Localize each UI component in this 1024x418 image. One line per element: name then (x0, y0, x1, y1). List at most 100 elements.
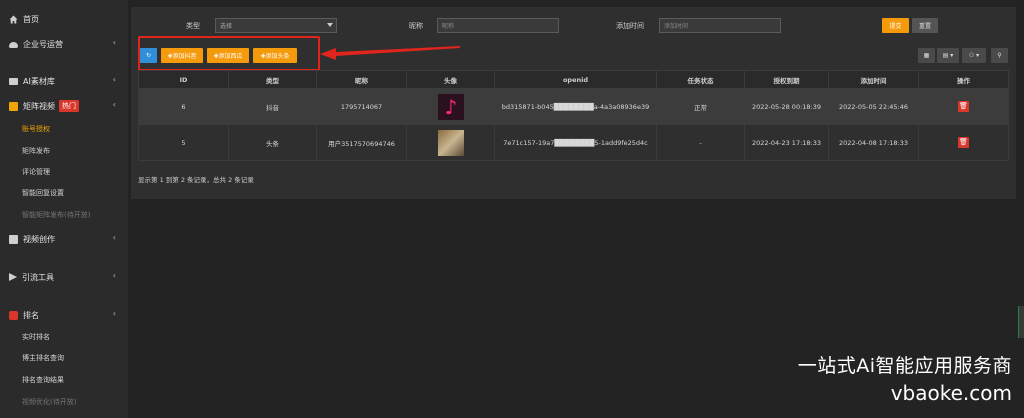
sidebar-item-label: 引流工具 (22, 272, 54, 282)
cell-actions: 🗑 (918, 88, 1009, 125)
table-row[interactable]: 5 头条 用户3517570694746 7e71c157-19a7██████… (138, 124, 1009, 161)
send-icon (9, 273, 17, 281)
sidebar-item-enterprise[interactable]: 企业号运营 ‹ (0, 35, 128, 53)
nickname-input[interactable]: 昵称 (437, 18, 559, 33)
dog-avatar-icon (437, 129, 464, 156)
video-icon (9, 101, 18, 111)
columns-button[interactable]: ▤ ▾ (937, 48, 959, 63)
column-header-type[interactable]: 类型 (228, 70, 317, 89)
column-header-id[interactable]: ID (138, 70, 229, 89)
app-root: 首页 企业号运营 ‹ AI素材库 ‹ 矩阵视频 热门 ‹ 账号授权 矩阵发布 评… (0, 0, 1024, 418)
chevron-left-icon: ‹ (112, 309, 116, 318)
column-header-status[interactable]: 任务状态 (656, 70, 745, 89)
cell-type: 抖音 (228, 88, 317, 125)
search-button[interactable]: ⚲ (991, 48, 1008, 63)
sidebar-sub-rank-results[interactable]: 排名查询结果 (22, 373, 64, 387)
chevron-left-icon: ‹ (112, 271, 116, 280)
column-header-actions: 操作 (918, 70, 1009, 89)
sidebar-sub-video-optimize[interactable]: 视频优化(待开放) (22, 395, 76, 409)
folder-icon (9, 77, 18, 85)
sidebar: 首页 企业号运营 ‹ AI素材库 ‹ 矩阵视频 热门 ‹ 账号授权 矩阵发布 评… (0, 0, 128, 418)
chevron-down-icon (327, 23, 333, 27)
time-input[interactable]: 添加时间 (659, 18, 781, 33)
sidebar-sub-smart-reply[interactable]: 智能回复设置 (22, 186, 64, 200)
type-select[interactable]: 选择 (215, 18, 337, 33)
reset-button[interactable]: 重置 (912, 18, 938, 33)
sidebar-sub-account-auth[interactable]: 账号授权 (22, 122, 50, 136)
column-header-nickname[interactable]: 昵称 (316, 70, 407, 89)
sidebar-item-label: 企业号运营 (23, 39, 63, 49)
type-select-value: 选择 (220, 23, 233, 30)
cell-openid: bd315871-b045████████a-4a3a08936e39 (494, 88, 657, 125)
cell-actions: 🗑 (918, 124, 1009, 161)
cell-status: 正常 (656, 88, 745, 125)
table-row[interactable]: 6 抖音 1795714067 bd315871-b045████████a-4… (138, 88, 1009, 125)
delete-icon[interactable]: 🗑 (958, 137, 969, 148)
sidebar-item-home[interactable]: 首页 (0, 10, 128, 28)
tiktok-avatar-icon (437, 93, 464, 120)
hot-badge: 热门 (59, 100, 79, 112)
sidebar-item-ai-materials[interactable]: AI素材库 ‹ (0, 72, 128, 90)
cell-added: 2022-04-08 17:18:33 (828, 124, 919, 161)
sidebar-item-video-create[interactable]: 视频创作 ‹ (0, 230, 128, 248)
sidebar-sub-realtime-rank[interactable]: 实时排名 (22, 330, 50, 344)
sidebar-item-label: 视频创作 (23, 234, 55, 244)
search-icon: ⚲ (997, 52, 1002, 59)
cell-expire: 2022-04-23 17:18:33 (744, 124, 829, 161)
film-icon (9, 234, 18, 244)
watermark-slogan: 一站式Ai智能应用服务商 (797, 355, 1012, 377)
sidebar-sub-matrix-publish[interactable]: 矩阵发布 (22, 144, 50, 158)
sidebar-item-label: AI素材库 (23, 76, 55, 86)
sidebar-item-matrix-video[interactable]: 矩阵视频 热门 ‹ (0, 97, 128, 115)
table-header-row: ID 类型 昵称 头像 openid 任务状态 授权到期 添加时间 操作 (138, 70, 1009, 89)
side-scroll-handle[interactable] (1018, 306, 1024, 338)
sidebar-item-label: 矩阵视频 (23, 101, 55, 111)
chevron-left-icon: ‹ (112, 38, 116, 47)
home-icon (9, 15, 18, 24)
nickname-placeholder: 昵称 (442, 23, 455, 30)
column-header-added[interactable]: 添加时间 (828, 70, 919, 89)
arrow-left-icon (320, 46, 460, 60)
cell-nickname: 1795714067 (316, 88, 407, 125)
watermark-domain: vbaoke.com (890, 381, 1012, 405)
column-header-avatar[interactable]: 头像 (406, 70, 495, 89)
cell-avatar (406, 88, 495, 125)
accounts-table: ID 类型 昵称 头像 openid 任务状态 授权到期 添加时间 操作 6 抖… (138, 70, 1009, 161)
cell-avatar (406, 124, 495, 161)
cell-nickname: 用户3517570694746 (316, 124, 407, 161)
submit-button[interactable]: 提交 (882, 18, 909, 33)
sidebar-item-label: 排名 (23, 310, 39, 320)
chevron-left-icon: ‹ (112, 233, 116, 242)
nickname-filter-label: 昵称 (409, 22, 423, 30)
sidebar-sub-comments[interactable]: 评论管理 (22, 165, 50, 179)
cell-expire: 2022-05-28 00:18:39 (744, 88, 829, 125)
type-filter-label: 类型 (186, 22, 200, 30)
sidebar-item-traffic-tools[interactable]: 引流工具 ‹ (0, 268, 128, 286)
grid-icon: ▦ (923, 52, 930, 59)
cell-id: 5 (138, 124, 229, 161)
export-button[interactable]: ⚇ ▾ (962, 48, 986, 63)
user-icon: ⚇ ▾ (968, 52, 980, 59)
column-header-expire[interactable]: 授权到期 (744, 70, 829, 89)
highlight-box (138, 36, 320, 71)
chevron-left-icon: ‹ (112, 100, 116, 109)
delete-icon[interactable]: 🗑 (958, 101, 969, 112)
time-filter-label: 添加时间 (616, 22, 644, 30)
pagination-info: 显示第 1 到第 2 条记录，总共 2 条记录 (138, 176, 254, 184)
time-placeholder: 添加时间 (664, 23, 689, 30)
column-header-openid[interactable]: openid (494, 70, 657, 89)
cell-status: - (656, 124, 745, 161)
cell-openid: 7e71c157-19a7████████5-1add9fe25d4c (494, 124, 657, 161)
cell-type: 头条 (228, 124, 317, 161)
cell-id: 6 (138, 88, 229, 125)
list-icon: ▤ ▾ (942, 52, 954, 59)
sidebar-item-ranking[interactable]: 排名 ‹ (0, 306, 128, 324)
chevron-left-icon: ‹ (112, 75, 116, 84)
cell-added: 2022-05-05 22:45:46 (828, 88, 919, 125)
sidebar-sub-blogger-rank[interactable]: 博主排名查询 (22, 351, 64, 365)
ranking-icon (9, 310, 18, 320)
sidebar-sub-smart-matrix[interactable]: 智能矩阵发布(待开放) (22, 208, 90, 222)
cloud-icon (9, 42, 18, 48)
sidebar-item-label: 首页 (23, 14, 39, 24)
grid-view-button[interactable]: ▦ (918, 48, 935, 63)
